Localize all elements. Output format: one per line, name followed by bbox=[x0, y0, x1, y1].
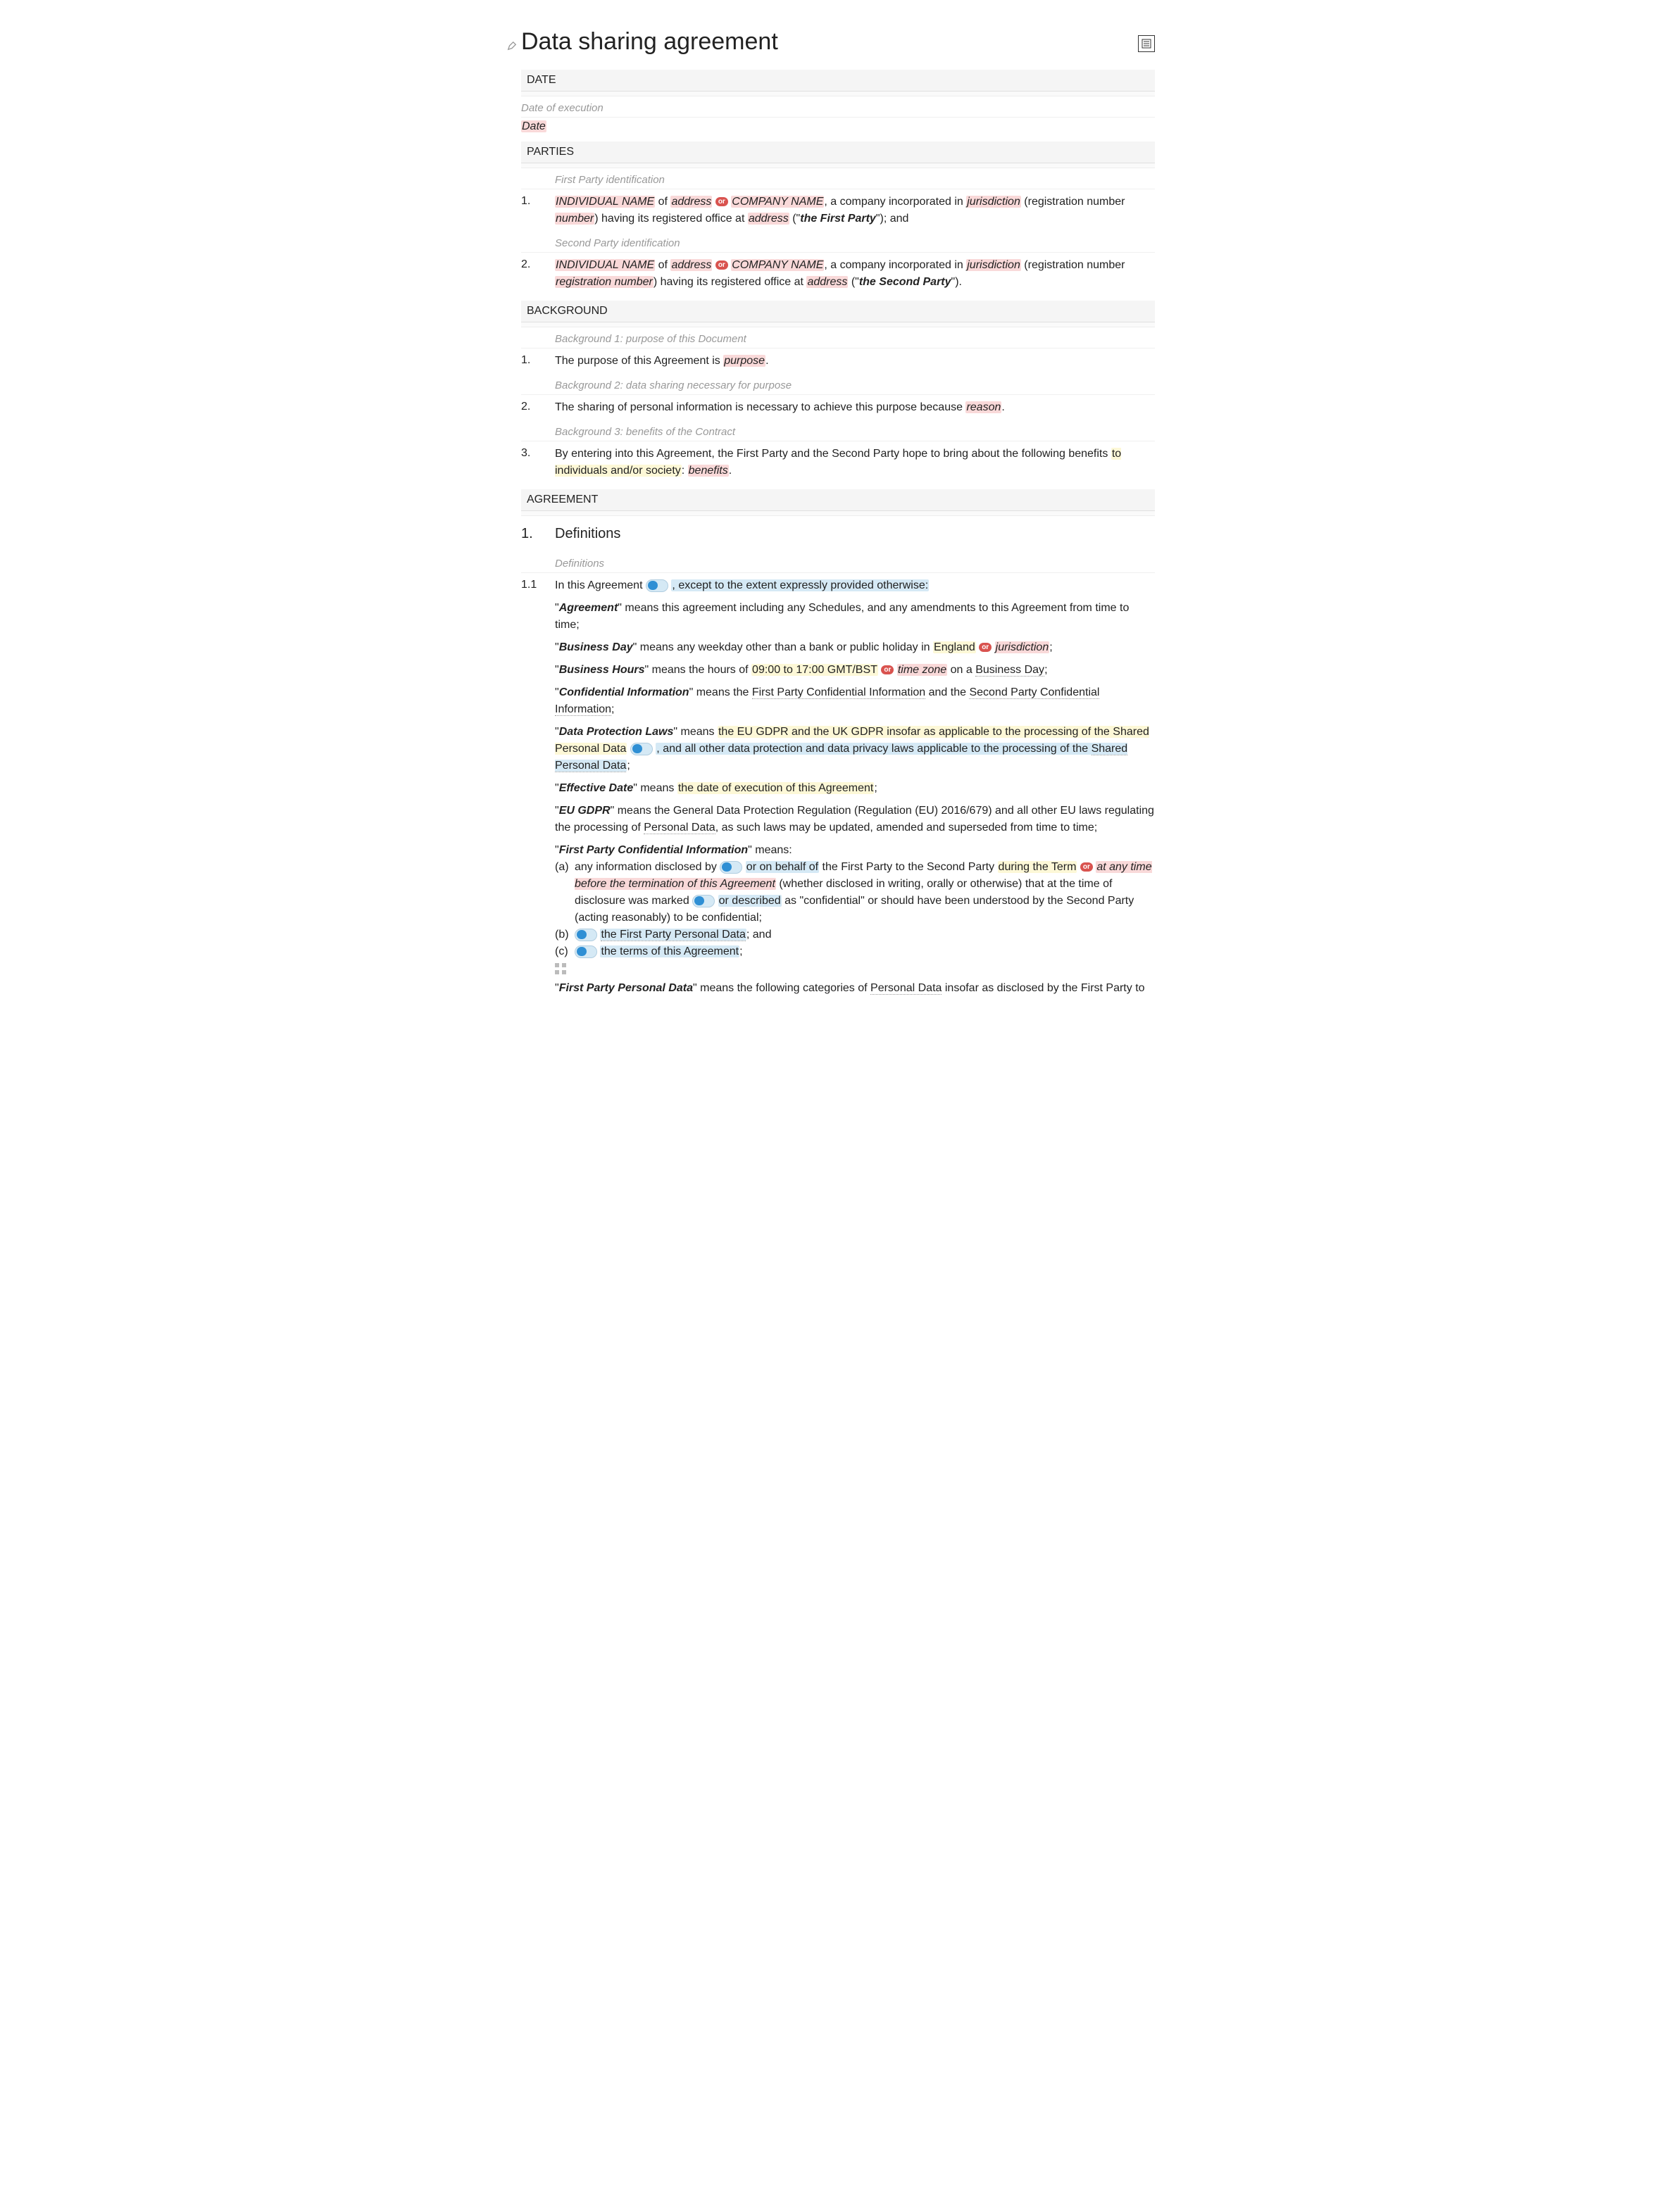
link-personal-data[interactable]: Personal Data bbox=[644, 822, 715, 834]
note-bg2: Background 2: data sharing necessary for… bbox=[555, 374, 1155, 394]
second-party-label: the Second Party bbox=[859, 276, 951, 288]
or-badge[interactable]: or bbox=[715, 260, 728, 270]
section-header-agreement: AGREEMENT bbox=[521, 489, 1155, 511]
edit-icon[interactable] bbox=[507, 41, 517, 51]
party-number-1: 1. bbox=[521, 194, 555, 227]
def-effective-date: "Effective Date" means the date of execu… bbox=[555, 780, 1155, 797]
party-row-2: 2. INDIVIDUAL NAME of address or COMPANY… bbox=[521, 252, 1155, 295]
placeholder-number-1[interactable]: number bbox=[555, 213, 594, 225]
toggle-fpci-b[interactable] bbox=[575, 929, 597, 941]
background-row-1: 1. The purpose of this Agreement is purp… bbox=[521, 348, 1155, 374]
toggle-intro[interactable] bbox=[646, 579, 668, 592]
add-item-icon[interactable] bbox=[555, 963, 566, 974]
or-badge[interactable]: or bbox=[1080, 862, 1093, 872]
section-header-date: DATE bbox=[521, 70, 1155, 92]
section-header-background: BACKGROUND bbox=[521, 301, 1155, 322]
placeholder-address-1b[interactable]: address bbox=[748, 213, 789, 225]
first-party-label: the First Party bbox=[800, 213, 876, 225]
placeholder-jurisdiction-1[interactable]: jurisdiction bbox=[966, 196, 1021, 208]
note-bg3: Background 3: benefits of the Contract bbox=[555, 420, 1155, 441]
toggle-dpl[interactable] bbox=[630, 743, 653, 755]
page-title: Data sharing agreement bbox=[521, 28, 1155, 56]
placeholder-company-name-2[interactable]: COMPANY NAME bbox=[731, 259, 824, 271]
link-fp-confidential[interactable]: First Party Confidential Information bbox=[752, 686, 925, 699]
sub-letter-a: (a) bbox=[555, 859, 575, 926]
toggle-fpci-a1[interactable] bbox=[720, 861, 742, 874]
placeholder-purpose[interactable]: purpose bbox=[723, 355, 765, 367]
placeholder-individual-name-2[interactable]: INDIVIDUAL NAME bbox=[555, 259, 655, 271]
def-dpl: "Data Protection Laws" means the EU GDPR… bbox=[555, 724, 1155, 774]
section-header-parties: PARTIES bbox=[521, 142, 1155, 163]
placeholder-address-1a[interactable]: address bbox=[670, 196, 712, 208]
or-badge[interactable]: or bbox=[881, 665, 894, 674]
background-row-2: 2. The sharing of personal information i… bbox=[521, 394, 1155, 420]
option-england[interactable]: England bbox=[933, 641, 976, 653]
clause-number-1-1: 1.1 bbox=[521, 577, 555, 1003]
note-party1: First Party identification bbox=[555, 168, 1155, 189]
placeholder-timezone[interactable]: time zone bbox=[897, 664, 947, 676]
sub-letter-c: (c) bbox=[555, 943, 575, 960]
conditional-or-described[interactable]: or described bbox=[718, 895, 782, 907]
clause-title-definitions: Definitions bbox=[555, 526, 620, 542]
clause-number-1: 1. bbox=[521, 526, 555, 542]
or-badge[interactable]: or bbox=[979, 643, 992, 652]
conditional-fpci-b[interactable]: the First Party Personal Data bbox=[600, 929, 746, 941]
def-fppd: "First Party Personal Data" means the fo… bbox=[555, 980, 1155, 997]
option-effective-date[interactable]: the date of execution of this Agreement bbox=[677, 782, 875, 794]
note-definitions: Definitions bbox=[555, 552, 1155, 572]
placeholder-reg-number-2[interactable]: registration number bbox=[555, 276, 653, 288]
def-fpci: "First Party Confidential Information" m… bbox=[555, 842, 1155, 974]
placeholder-jurisdiction-2[interactable]: jurisdiction bbox=[966, 259, 1021, 271]
background-row-3: 3. By entering into this Agreement, the … bbox=[521, 441, 1155, 484]
note-bg1: Background 1: purpose of this Document bbox=[555, 327, 1155, 348]
or-badge[interactable]: or bbox=[715, 197, 728, 206]
conditional-on-behalf[interactable]: or on behalf of bbox=[746, 861, 819, 873]
sub-letter-b: (b) bbox=[555, 926, 575, 943]
link-personal-data-2[interactable]: Personal Data bbox=[870, 982, 942, 995]
placeholder-individual-name-1[interactable]: INDIVIDUAL NAME bbox=[555, 196, 655, 208]
toggle-fpci-c[interactable] bbox=[575, 945, 597, 958]
document-outline-icon[interactable] bbox=[1138, 35, 1155, 52]
placeholder-reason[interactable]: reason bbox=[965, 401, 1001, 413]
placeholder-company-name-1[interactable]: COMPANY NAME bbox=[731, 196, 824, 208]
placeholder-benefits[interactable]: benefits bbox=[688, 465, 729, 477]
party-row-1: 1. INDIVIDUAL NAME of address or COMPANY… bbox=[521, 189, 1155, 232]
placeholder-address-2a[interactable]: address bbox=[670, 259, 712, 271]
note-party2: Second Party identification bbox=[555, 232, 1155, 252]
option-hours[interactable]: 09:00 to 17:00 GMT/BST bbox=[751, 664, 878, 676]
def-business-day: "Business Day" means any weekday other t… bbox=[555, 639, 1155, 656]
placeholder-address-2b[interactable]: address bbox=[806, 276, 848, 288]
link-business-day[interactable]: Business Day bbox=[975, 664, 1044, 677]
def-eu-gdpr: "EU GDPR" means the General Data Protect… bbox=[555, 803, 1155, 836]
conditional-fpci-c[interactable]: the terms of this Agreement bbox=[600, 945, 739, 957]
option-during-term[interactable]: during the Term bbox=[998, 861, 1077, 873]
def-confidential-info: "Confidential Information" means the Fir… bbox=[555, 684, 1155, 718]
note-date: Date of execution bbox=[521, 96, 1155, 117]
placeholder-date[interactable]: Date bbox=[521, 120, 546, 132]
party-number-2: 2. bbox=[521, 257, 555, 291]
toggle-fpci-a2[interactable] bbox=[692, 895, 715, 907]
def-business-hours: "Business Hours" means the hours of 09:0… bbox=[555, 662, 1155, 679]
placeholder-bd-jurisdiction[interactable]: jurisdiction bbox=[995, 641, 1050, 653]
conditional-intro[interactable]: , except to the extent expressly provide… bbox=[671, 579, 929, 591]
def-agreement: "Agreement" means this agreement includi… bbox=[555, 600, 1155, 634]
